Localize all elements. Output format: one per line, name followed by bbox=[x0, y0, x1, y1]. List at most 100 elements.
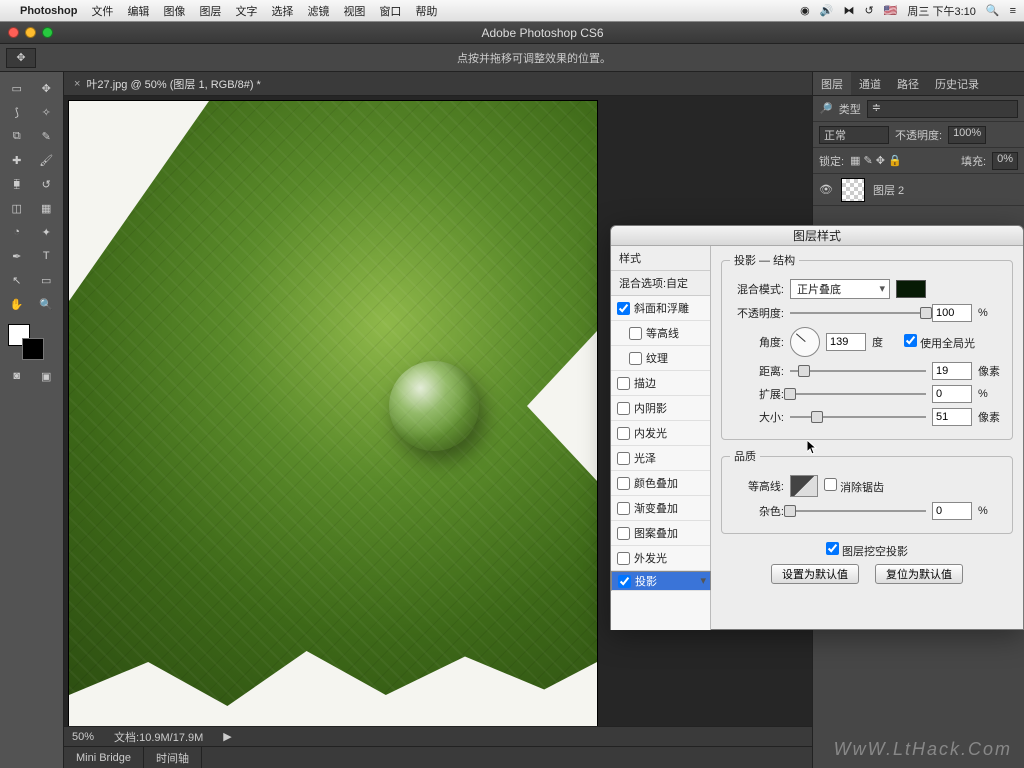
filter-icon[interactable]: 🔎 bbox=[819, 102, 833, 115]
menu-type[interactable]: 文字 bbox=[235, 3, 257, 19]
quickmask-tool[interactable]: ◙ bbox=[3, 365, 31, 387]
zoom-tool[interactable]: 🔍 bbox=[33, 293, 61, 315]
visibility-icon[interactable]: 👁 bbox=[819, 183, 833, 196]
blend-mode-select[interactable]: 正片叠底 bbox=[790, 279, 890, 299]
pen-tool[interactable]: ✒ bbox=[3, 245, 31, 267]
spread-input[interactable] bbox=[932, 385, 972, 403]
layer-row[interactable]: 👁 图层 2 bbox=[813, 174, 1024, 206]
status-arrow-icon[interactable]: ▶ bbox=[223, 730, 231, 743]
document-tab[interactable]: × 叶27.jpg @ 50% (图层 1, RGB/8#) * bbox=[64, 72, 812, 96]
opacity-slider[interactable] bbox=[790, 306, 926, 320]
knockout-checkbox[interactable]: 图层挖空投影 bbox=[826, 542, 908, 559]
style-checkbox[interactable] bbox=[617, 377, 630, 390]
style-checkbox[interactable] bbox=[617, 452, 630, 465]
style-option-8[interactable]: 渐变叠加 bbox=[611, 496, 710, 521]
dodge-tool[interactable]: ✦ bbox=[33, 221, 61, 243]
tab-minibridge[interactable]: Mini Bridge bbox=[64, 747, 144, 768]
menu-help[interactable]: 帮助 bbox=[415, 3, 437, 19]
gradient-tool[interactable]: ▦ bbox=[33, 197, 61, 219]
opacity-input[interactable] bbox=[932, 304, 972, 322]
zoom-level[interactable]: 50% bbox=[72, 731, 94, 743]
layer-thumbnail[interactable] bbox=[841, 178, 865, 202]
zoom-button[interactable] bbox=[42, 27, 53, 38]
stamp-tool[interactable]: ⧯ bbox=[3, 173, 31, 195]
menu-filter[interactable]: 滤镜 bbox=[307, 3, 329, 19]
move-tool[interactable]: ✥ bbox=[33, 77, 61, 99]
tab-timeline[interactable]: 时间轴 bbox=[144, 747, 202, 768]
type-tool[interactable]: T bbox=[33, 245, 61, 267]
lock-icons[interactable]: ▦ ✎ ✥ 🔒 bbox=[850, 154, 902, 167]
menu-edit[interactable]: 编辑 bbox=[127, 3, 149, 19]
opacity-value[interactable]: 100% bbox=[948, 126, 986, 144]
blur-tool[interactable]: ◔ bbox=[3, 221, 31, 243]
tab-channels[interactable]: 通道 bbox=[851, 72, 889, 95]
crop-tool[interactable]: ⧉ bbox=[3, 125, 31, 147]
style-option-2[interactable]: 纹理 bbox=[611, 346, 710, 371]
style-option-4[interactable]: 内阴影 bbox=[611, 396, 710, 421]
style-option-6[interactable]: 光泽 bbox=[611, 446, 710, 471]
move-tool-indicator[interactable]: ✥ bbox=[6, 48, 36, 68]
notifications-icon[interactable]: ≡ bbox=[1010, 5, 1016, 17]
eraser-tool[interactable]: ◫ bbox=[3, 197, 31, 219]
tab-paths[interactable]: 路径 bbox=[889, 72, 927, 95]
distance-input[interactable] bbox=[932, 362, 972, 380]
style-option-0[interactable]: 斜面和浮雕 bbox=[611, 296, 710, 321]
marquee-tool[interactable]: ▭ bbox=[3, 77, 31, 99]
style-checkbox[interactable] bbox=[617, 552, 630, 565]
reset-default-button[interactable]: 复位为默认值 bbox=[875, 564, 963, 584]
tab-history[interactable]: 历史记录 bbox=[927, 72, 987, 95]
style-checkbox[interactable] bbox=[617, 527, 630, 540]
styles-header[interactable]: 样式 bbox=[611, 246, 710, 271]
menu-image[interactable]: 图像 bbox=[163, 3, 185, 19]
blend-options[interactable]: 混合选项:自定 bbox=[611, 271, 710, 296]
style-checkbox[interactable] bbox=[629, 327, 642, 340]
noise-slider[interactable] bbox=[790, 504, 926, 518]
spotlight-icon[interactable]: 🔍 bbox=[986, 4, 1000, 17]
noise-input[interactable] bbox=[932, 502, 972, 520]
style-checkbox[interactable] bbox=[618, 575, 631, 588]
screenmode-tool[interactable]: ▣ bbox=[33, 365, 61, 387]
menu-view[interactable]: 视图 bbox=[343, 3, 365, 19]
brush-tool[interactable]: 🖌 bbox=[33, 149, 61, 171]
menu-file[interactable]: 文件 bbox=[91, 3, 113, 19]
style-option-7[interactable]: 颜色叠加 bbox=[611, 471, 710, 496]
style-checkbox[interactable] bbox=[617, 302, 630, 315]
minimize-button[interactable] bbox=[25, 27, 36, 38]
style-option-3[interactable]: 描边 bbox=[611, 371, 710, 396]
status-bluetooth-icon[interactable]: ⧓ bbox=[843, 4, 854, 17]
blend-mode-select[interactable]: 正常 bbox=[819, 126, 889, 144]
patch-tool[interactable]: ✚ bbox=[3, 149, 31, 171]
size-slider[interactable] bbox=[790, 410, 926, 424]
menu-layer[interactable]: 图层 bbox=[199, 3, 221, 19]
status-sync-icon[interactable]: ↺ bbox=[864, 4, 873, 17]
style-option-11[interactable]: 投影 bbox=[611, 571, 711, 591]
fill-value[interactable]: 0% bbox=[992, 152, 1018, 170]
filter-type-select[interactable]: ≑ bbox=[867, 100, 1018, 118]
app-name[interactable]: Photoshop bbox=[20, 5, 77, 17]
spread-slider[interactable] bbox=[790, 387, 926, 401]
angle-input[interactable] bbox=[826, 333, 866, 351]
tab-layers[interactable]: 图层 bbox=[813, 72, 851, 95]
menu-select[interactable]: 选择 bbox=[271, 3, 293, 19]
size-input[interactable] bbox=[932, 408, 972, 426]
close-button[interactable] bbox=[8, 27, 19, 38]
style-checkbox[interactable] bbox=[629, 352, 642, 365]
history-brush-tool[interactable]: ↺ bbox=[33, 173, 61, 195]
status-flag-icon[interactable]: 🇺🇸 bbox=[884, 4, 898, 17]
make-default-button[interactable]: 设置为默认值 bbox=[771, 564, 859, 584]
lasso-tool[interactable]: ⟆ bbox=[3, 101, 31, 123]
status-camera-icon[interactable]: ◉ bbox=[800, 4, 810, 17]
wand-tool[interactable]: ✧ bbox=[33, 101, 61, 123]
style-option-5[interactable]: 内发光 bbox=[611, 421, 710, 446]
style-option-10[interactable]: 外发光 bbox=[611, 546, 710, 571]
menu-window[interactable]: 窗口 bbox=[379, 3, 401, 19]
style-checkbox[interactable] bbox=[617, 502, 630, 515]
background-color[interactable] bbox=[22, 338, 44, 360]
status-volume-icon[interactable]: 🔊 bbox=[820, 4, 834, 17]
close-icon[interactable]: × bbox=[74, 78, 80, 90]
shape-tool[interactable]: ▭ bbox=[33, 269, 61, 291]
style-checkbox[interactable] bbox=[617, 427, 630, 440]
path-tool[interactable]: ↖ bbox=[3, 269, 31, 291]
contour-picker[interactable] bbox=[790, 475, 818, 497]
style-option-9[interactable]: 图案叠加 bbox=[611, 521, 710, 546]
